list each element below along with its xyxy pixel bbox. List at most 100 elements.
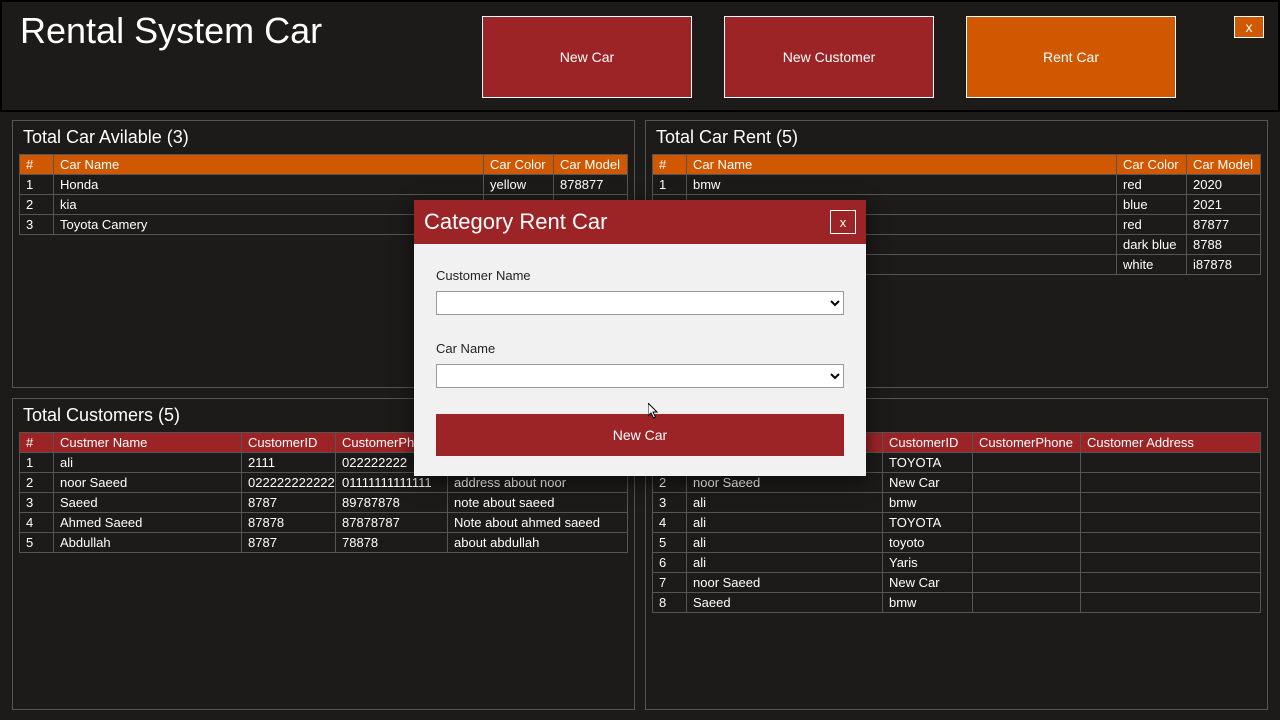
cell-name: ali (687, 513, 883, 533)
cell-id: toyoto (883, 533, 973, 553)
cell-phone (973, 553, 1081, 573)
table-row[interactable]: 5Abdullah878778878about abdullah (20, 533, 628, 553)
cell-phone (973, 593, 1081, 613)
col-model: Car Model (554, 155, 628, 175)
new-car-button[interactable]: New Car (482, 16, 692, 98)
cell-color: blue (1117, 195, 1187, 215)
cell-color: red (1117, 175, 1187, 195)
cell-idx: 5 (653, 533, 687, 553)
cell-name: Ahmed Saeed (54, 513, 242, 533)
cell-addr (1081, 453, 1261, 473)
col-id: CustomerID (242, 433, 336, 453)
cell-model: 2020 (1187, 175, 1261, 195)
cell-id: 8787 (242, 493, 336, 513)
table-row[interactable]: 1bmwred2020 (653, 175, 1261, 195)
table-row[interactable]: 7noor SaeedNew Car (653, 573, 1261, 593)
col-model: Car Model (1187, 155, 1261, 175)
table-row[interactable]: 4aliTOYOTA (653, 513, 1261, 533)
cell-addr (1081, 573, 1261, 593)
cell-addr: note about saeed (448, 493, 628, 513)
cell-addr (1081, 593, 1261, 613)
cell-idx: 2 (20, 473, 54, 493)
table-row[interactable]: 4Ahmed Saeed8787887878787Note about ahme… (20, 513, 628, 533)
col-name: Custmer Name (54, 433, 242, 453)
modal-title: Category Rent Car (424, 209, 607, 235)
cell-addr: about abdullah (448, 533, 628, 553)
modal-close-button[interactable]: x (830, 210, 856, 234)
col-phone: CustomerPhone (973, 433, 1081, 453)
cell-id: New Car (883, 473, 973, 493)
cell-id: bmw (883, 493, 973, 513)
col-idx: # (653, 155, 687, 175)
cell-id: bmw (883, 593, 973, 613)
cell-idx: 4 (653, 513, 687, 533)
cell-idx: 1 (653, 175, 687, 195)
cell-name: ali (687, 553, 883, 573)
new-customer-button[interactable]: New Customer (724, 16, 934, 98)
table-row[interactable]: 6aliYaris (653, 553, 1261, 573)
cell-color: red (1117, 215, 1187, 235)
modal-submit-button[interactable]: New Car (436, 414, 844, 456)
cell-model: 2021 (1187, 195, 1261, 215)
cell-idx: 3 (20, 215, 54, 235)
cell-phone (973, 573, 1081, 593)
cell-addr (1081, 553, 1261, 573)
cell-name: ali (54, 453, 242, 473)
cell-idx: 4 (20, 513, 54, 533)
col-name: Car Name (687, 155, 1117, 175)
cell-phone (973, 533, 1081, 553)
table-row[interactable]: 3Saeed878789787878note about saeed (20, 493, 628, 513)
window-close-button[interactable]: x (1234, 16, 1264, 38)
cell-addr (1081, 493, 1261, 513)
cell-id: 0222222222222 (242, 473, 336, 493)
header-bar: Rental System Car New Car New Customer R… (0, 0, 1280, 112)
cell-color: dark blue (1117, 235, 1187, 255)
cell-name: Abdullah (54, 533, 242, 553)
app-window: Rental System Car New Car New Customer R… (0, 0, 1280, 720)
col-color: Car Color (484, 155, 554, 175)
cell-idx: 5 (20, 533, 54, 553)
table-row[interactable]: 5alitoyoto (653, 533, 1261, 553)
header-buttons: New Car New Customer Rent Car (482, 16, 1176, 98)
cell-id: Yaris (883, 553, 973, 573)
cell-addr (1081, 513, 1261, 533)
cell-idx: 1 (20, 453, 54, 473)
rent-car-modal: Category Rent Car x Customer Name Car Na… (414, 200, 866, 476)
customer-name-select[interactable] (436, 291, 844, 315)
cell-id: 87878 (242, 513, 336, 533)
rent-car-button[interactable]: Rent Car (966, 16, 1176, 98)
cell-idx: 6 (653, 553, 687, 573)
cell-idx: 7 (653, 573, 687, 593)
cell-id: New Car (883, 573, 973, 593)
cell-id: 8787 (242, 533, 336, 553)
col-name: Car Name (54, 155, 484, 175)
cell-addr (1081, 473, 1261, 493)
cell-id: TOYOTA (883, 453, 973, 473)
app-title: Rental System Car (2, 2, 340, 60)
col-idx: # (20, 155, 54, 175)
customer-name-label: Customer Name (436, 268, 844, 283)
col-addr: Customer Address (1081, 433, 1261, 453)
cell-idx: 3 (20, 493, 54, 513)
cell-model: 8788 (1187, 235, 1261, 255)
cell-name: ali (687, 533, 883, 553)
car-name-label: Car Name (436, 341, 844, 356)
cell-phone (973, 473, 1081, 493)
cell-name: noor Saeed (54, 473, 242, 493)
modal-title-bar: Category Rent Car x (414, 200, 866, 244)
cell-idx: 8 (653, 593, 687, 613)
cell-color: white (1117, 255, 1187, 275)
table-row[interactable]: 1Hondayellow878877 (20, 175, 628, 195)
cell-phone: 89787878 (336, 493, 448, 513)
cell-name: ali (687, 493, 883, 513)
car-name-select[interactable] (436, 364, 844, 388)
cell-phone (973, 513, 1081, 533)
cell-id: 2111 (242, 453, 336, 473)
col-color: Car Color (1117, 155, 1187, 175)
cell-idx: 1 (20, 175, 54, 195)
cell-name: Saeed (687, 593, 883, 613)
table-row[interactable]: 3alibmw (653, 493, 1261, 513)
rented-cars-title: Total Car Rent (5) (646, 121, 1267, 154)
cell-phone (973, 453, 1081, 473)
table-row[interactable]: 8Saeedbmw (653, 593, 1261, 613)
